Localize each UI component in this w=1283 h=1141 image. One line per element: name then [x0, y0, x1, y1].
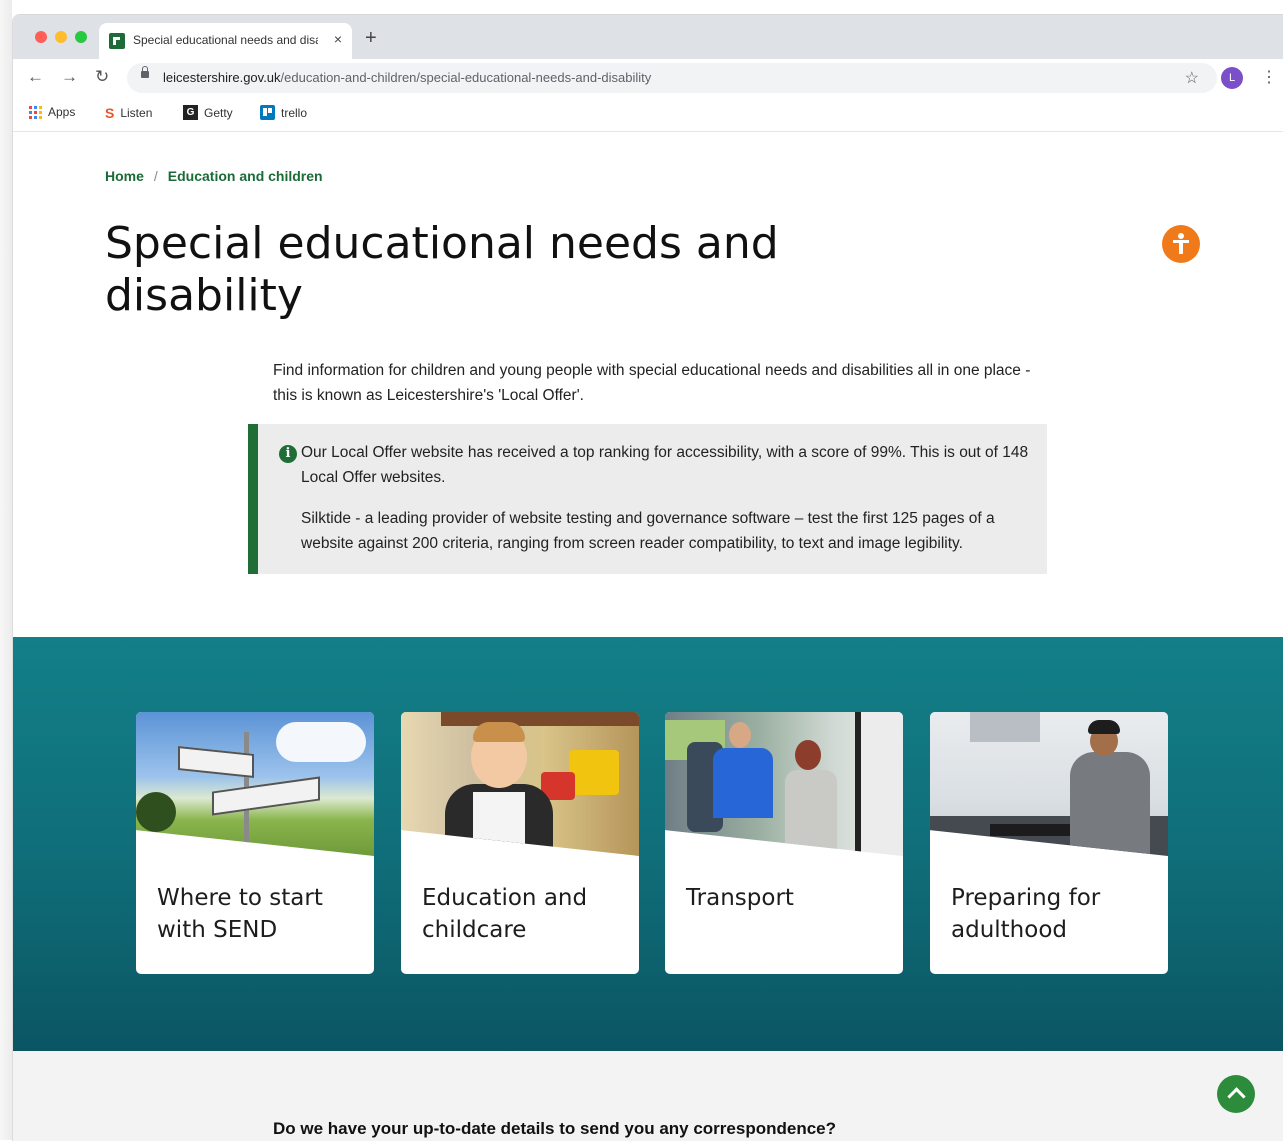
- breadcrumb-home-link[interactable]: Home: [105, 168, 144, 184]
- reload-button[interactable]: ↻: [95, 67, 109, 87]
- contact-details-question: Do we have your up-to-date details to se…: [273, 1119, 836, 1138]
- close-tab-icon[interactable]: ×: [334, 31, 342, 47]
- info-notice: i Our Local Offer website has received a…: [248, 424, 1047, 574]
- site-favicon-icon: [109, 33, 125, 49]
- card-title: Preparing for adulthood: [951, 885, 1101, 943]
- people-in-minibus-image: [665, 712, 903, 856]
- trello-logo-icon: [260, 105, 275, 120]
- maximize-window-button[interactable]: [75, 31, 87, 43]
- feedback-section: Do we have your up-to-date details to se…: [13, 1051, 1283, 1141]
- intro-text: Find information for children and young …: [273, 362, 1031, 404]
- signpost-image: [136, 712, 374, 856]
- browser-toolbar: ← → ↻ leicestershire.gov.uk/education-an…: [13, 59, 1283, 97]
- listen-logo-icon: S: [105, 105, 115, 121]
- bookmark-label: Apps: [48, 105, 76, 119]
- back-button[interactable]: ←: [27, 67, 44, 87]
- young-man-cooking-image: [930, 712, 1168, 856]
- breadcrumb-education-link[interactable]: Education and children: [168, 168, 323, 184]
- bookmark-label: Getty: [204, 105, 233, 120]
- card-title: Where to start with SEND: [157, 885, 323, 943]
- close-window-button[interactable]: [35, 31, 47, 43]
- page-title: Special educational needs and disability: [105, 218, 779, 321]
- bookmark-label: trello: [281, 105, 308, 120]
- getty-logo-icon: G: [183, 105, 198, 120]
- new-tab-button[interactable]: +: [365, 27, 377, 50]
- child-in-classroom-image: [401, 712, 639, 856]
- url-text[interactable]: leicestershire.gov.uk/education-and-chil…: [163, 70, 651, 85]
- tab-title: Special educational needs and disability: [133, 33, 318, 47]
- card-preparing-adulthood[interactable]: Preparing for adulthood: [930, 712, 1168, 974]
- apps-grid-icon: [29, 105, 42, 119]
- bookmark-label: Listen: [120, 106, 153, 120]
- topic-cards-section: Where to start with SEND Education and c…: [13, 637, 1283, 1051]
- profile-avatar[interactable]: L: [1221, 67, 1243, 89]
- bookmark-star-icon[interactable]: ☆: [1185, 68, 1199, 88]
- bookmark-listen[interactable]: S Listen: [105, 105, 152, 121]
- tab-strip: Special educational needs and disability…: [13, 15, 1283, 59]
- card-transport[interactable]: Transport: [665, 712, 903, 974]
- info-icon: i: [279, 445, 297, 463]
- back-to-top-icon[interactable]: [1217, 1075, 1255, 1113]
- bookmark-apps[interactable]: Apps: [29, 105, 75, 119]
- card-education-childcare[interactable]: Education and childcare: [401, 712, 639, 974]
- lock-icon: [141, 66, 149, 78]
- bookmark-getty[interactable]: G Getty: [183, 105, 233, 120]
- browser-window: Special educational needs and disability…: [12, 14, 1283, 1141]
- desktop-edge: [0, 0, 12, 1140]
- url-host: leicestershire.gov.uk: [163, 70, 281, 85]
- bookmark-trello[interactable]: trello: [260, 105, 307, 120]
- notice-paragraph-1: Our Local Offer website has received a t…: [301, 444, 1029, 486]
- notice-paragraph-2: Silktide - a leading provider of website…: [301, 510, 995, 552]
- accessibility-icon[interactable]: [1162, 225, 1200, 263]
- web-page: Home / Education and children Special educ…: [13, 132, 1283, 1141]
- browser-menu-icon[interactable]: ⋮: [1261, 67, 1277, 87]
- card-title: Transport: [686, 885, 794, 911]
- breadcrumb: Home / Education and children: [105, 168, 323, 184]
- card-where-to-start[interactable]: Where to start with SEND: [136, 712, 374, 974]
- card-title: Education and childcare: [422, 885, 588, 943]
- minimize-window-button[interactable]: [55, 31, 67, 43]
- forward-button[interactable]: →: [61, 67, 78, 87]
- bookmarks-bar: Apps S Listen G Getty trello: [13, 97, 1283, 132]
- breadcrumb-separator: /: [153, 168, 158, 184]
- url-path: /education-and-children/special-educatio…: [280, 70, 652, 85]
- address-bar[interactable]: leicestershire.gov.uk/education-and-chil…: [127, 63, 1217, 93]
- active-tab[interactable]: Special educational needs and disability…: [99, 23, 352, 59]
